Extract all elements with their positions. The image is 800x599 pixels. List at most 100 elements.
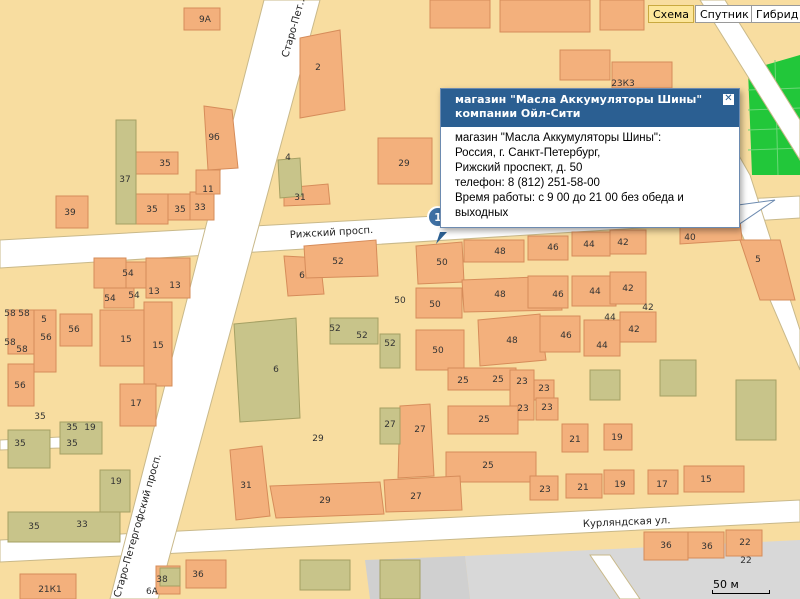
bldg-label: 42	[617, 238, 628, 248]
bldg-label: 25	[478, 415, 489, 425]
bldg-label: 38	[156, 575, 168, 585]
close-icon[interactable]: ✕	[722, 93, 735, 106]
scale-bar	[712, 590, 770, 594]
bldg-label: 35	[174, 205, 185, 215]
bldg-label: 58	[18, 309, 30, 319]
bldg-label: 21	[569, 435, 580, 445]
bldg-label: 23	[541, 403, 552, 413]
bldg-label: 35	[159, 159, 170, 169]
bldg-label: 54	[104, 294, 116, 304]
bldg-label: 33	[76, 520, 87, 530]
bldg-label: 44	[604, 313, 616, 323]
bldg-label: 33	[194, 203, 205, 213]
bldg-label: 19	[611, 433, 623, 443]
bldg-label: 5	[755, 255, 761, 265]
bldg-label: 52	[332, 257, 343, 267]
bldg-label: 48	[494, 290, 506, 300]
bldg-label: 4	[285, 153, 291, 163]
bldg-label: 17	[656, 480, 667, 490]
bldg-label: 29	[312, 434, 324, 444]
bldg-label: 54	[122, 269, 134, 279]
bldg-label: 23	[516, 377, 527, 387]
bldg-label: 52	[356, 331, 367, 341]
bldg-label: 52	[329, 324, 340, 334]
bldg-label: 58	[4, 309, 16, 319]
bldg-label: 29	[319, 496, 331, 506]
bldg-label: 19	[110, 477, 122, 487]
bldg-label: 25	[492, 375, 503, 385]
popup-title-line2: компании Ойл-Сити	[455, 107, 581, 120]
map-type-scheme-button[interactable]: Схема	[648, 5, 694, 23]
bldg-label: 2	[315, 63, 321, 73]
popup-line: Время работы: с 9 00 до 21 00 без обеда …	[455, 192, 684, 204]
popup-line: Рижский проспект, д. 50	[455, 162, 583, 174]
bldg-label: 50	[432, 346, 444, 356]
bldg-label: 36	[660, 541, 672, 551]
bldg-label: 15	[700, 475, 711, 485]
bldg-label: 37	[119, 175, 130, 185]
bldg-label: 27	[410, 492, 421, 502]
bldg-label: 35	[14, 439, 25, 449]
bldg-label: 22	[740, 556, 751, 566]
bldg-label: 56	[68, 325, 80, 335]
bldg-label: 58	[16, 345, 28, 355]
bldg-label: 6	[273, 365, 279, 375]
bldg-label: 21К1	[38, 585, 62, 595]
bldg-label: 44	[596, 341, 608, 351]
popup-line: Россия, г. Санкт-Петербург,	[455, 147, 601, 159]
bldg-label: 35	[146, 205, 157, 215]
bldg-label: 21	[577, 483, 588, 493]
bldg-label: 6	[299, 271, 305, 281]
bldg-label: 19	[614, 480, 626, 490]
bldg-label: 50	[394, 296, 406, 306]
bldg-label: 35	[66, 439, 77, 449]
bldg-label: 15	[120, 335, 131, 345]
bldg-label: 25	[482, 461, 493, 471]
popup-line: магазин "Масла Аккумуляторы Шины":	[455, 132, 662, 144]
bldg-label: 35	[28, 522, 39, 532]
bldg-label: 44	[583, 240, 595, 250]
bldg-label: 46	[552, 290, 564, 300]
bldg-label: 52	[384, 339, 395, 349]
bldg-label: 36	[192, 570, 204, 580]
bldg-label: 54	[128, 291, 140, 301]
popup-body: магазин "Масла Аккумуляторы Шины": Росси…	[441, 127, 739, 221]
popup-header: магазин "Масла Аккумуляторы Шины" компан…	[441, 89, 739, 127]
bldg-label: 50	[436, 258, 448, 268]
bldg-label: 56	[40, 333, 52, 343]
map-type-satellite-button[interactable]: Спутник	[695, 5, 754, 23]
bldg-label: 6А	[146, 587, 159, 597]
map-type-hybrid-button[interactable]: Гибрид	[751, 5, 800, 23]
bldg-label: 31	[240, 481, 251, 491]
bldg-label: 36	[701, 542, 713, 552]
bldg-label: 17	[130, 399, 141, 409]
bldg-label: 23	[517, 404, 528, 414]
info-popup: магазин "Масла Аккумуляторы Шины" компан…	[440, 88, 740, 228]
bldg-label: 5	[41, 315, 47, 325]
bldg-label: 9б	[208, 133, 220, 143]
bldg-label: 35	[66, 423, 77, 433]
bldg-label: 46	[560, 331, 572, 341]
popup-line: выходных	[455, 207, 509, 219]
bldg-label: 9А	[199, 15, 212, 25]
bldg-label: 35	[34, 412, 45, 422]
bldg-label: 48	[506, 336, 518, 346]
bldg-label: 11	[202, 185, 213, 195]
bldg-label: 42	[622, 284, 633, 294]
bldg-label: 29	[398, 159, 410, 169]
bldg-label: 13	[148, 287, 159, 297]
bldg-label: 22	[739, 538, 750, 548]
popup-title-line1: магазин "Масла Аккумуляторы Шины"	[455, 93, 703, 106]
bldg-label: 42	[628, 325, 639, 335]
bldg-label: 44	[589, 287, 601, 297]
bldg-label: 46	[547, 243, 559, 253]
bldg-label: 31	[294, 193, 305, 203]
bldg-label: 40	[684, 233, 696, 243]
bldg-label: 19	[84, 423, 96, 433]
bldg-label: 48	[494, 247, 506, 257]
bldg-label: 25	[457, 376, 468, 386]
bldg-label: 23	[538, 384, 549, 394]
bldg-label: 39	[64, 208, 76, 218]
popup-line: телефон: 8 (812) 251-58-00	[455, 177, 600, 189]
bldg-label: 23	[539, 485, 550, 495]
